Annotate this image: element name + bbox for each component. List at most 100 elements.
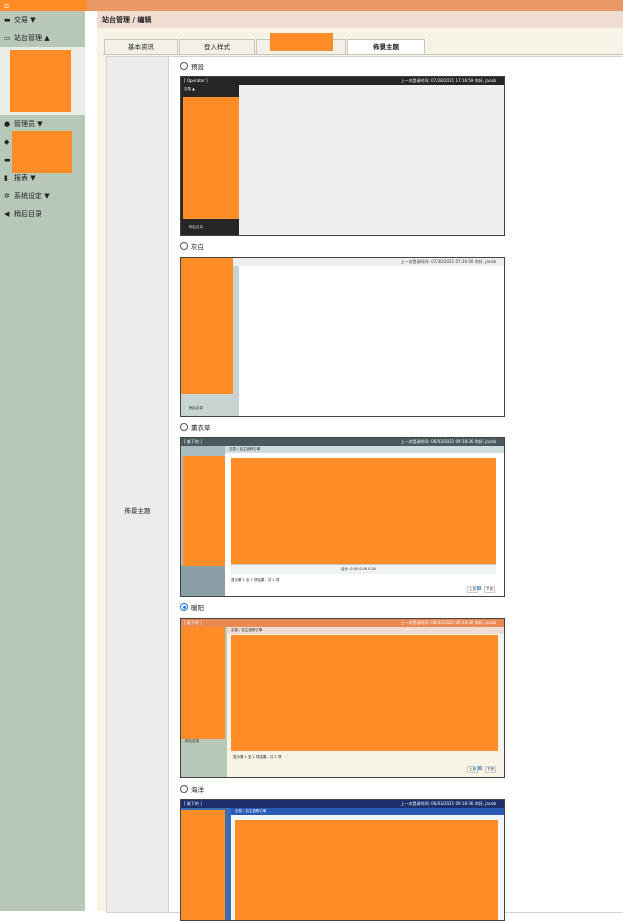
tab-underline — [103, 54, 623, 55]
sidebar-item-label: 站台管理 — [14, 34, 42, 42]
radio-button[interactable] — [180, 603, 188, 611]
theme-preview-lavender[interactable]: [ 维下的 ] 上一次登录时间: 06/03/2021 09:18:36 你好,… — [180, 437, 505, 597]
tab-login-style[interactable]: 登入样式 — [179, 39, 255, 54]
preview-sidebar: 交易 ▲ 稍后目录 — [181, 85, 239, 235]
preview-topbar: [ 维下的 ] 上一次登录时间: 06/03/2021 09:18:36 你好,… — [181, 619, 504, 627]
radio-button[interactable] — [180, 242, 188, 250]
chevron-down-icon: ▼ — [37, 120, 43, 128]
preview-brand: [ 维下的 ] — [184, 439, 202, 444]
preview-crumb-bar: 交易 / 自主追踪订单 — [227, 627, 504, 634]
preview-topbar: [ 维下的 ] 上一次登录时间: 06/03/2021 09:18:36 你好,… — [181, 438, 504, 446]
redacted-block — [235, 820, 498, 920]
preview-crumb-bar: 交易 / 自主追踪订单 — [225, 446, 504, 453]
radio-button[interactable] — [180, 785, 188, 793]
preview-page: 1 — [477, 586, 482, 590]
page-title: 站台管理 / 编辑 — [102, 16, 152, 24]
sidebar-item-label: 系统设定 — [14, 192, 42, 200]
preview-login-info: 上一次登录时间: 06/03/2021 09:18:36 你好, jacob — [400, 801, 496, 806]
theme-option-default[interactable]: 预設 — [180, 61, 204, 73]
preview-main: 交易 / 自主追踪订单 显示第 1 至 1 项结果，共 1 项 上页 1 下页 — [227, 627, 504, 777]
preview-back: 稍后目录 — [189, 406, 203, 410]
preview-brand: [ 维下的 ] — [184, 801, 202, 806]
option-label: 海洋 — [191, 786, 204, 794]
tab-label: 登入样式 — [204, 43, 230, 51]
preview-login-info: 上一次登录时间: 06/03/2021 09:18:36 你好, jacob — [400, 620, 496, 625]
bar-chart-icon: ▮ — [4, 174, 8, 182]
preview-page: 1 — [478, 766, 483, 770]
redacted-block — [270, 33, 333, 51]
redacted-block — [231, 635, 498, 751]
preview-brand: [ 维下的 ] — [184, 620, 202, 625]
chevron-up-icon: ▲ — [44, 34, 50, 42]
preview-crumb: 交易 / 自主追踪订单 — [229, 447, 261, 451]
preview-back: 稍后目录 — [189, 225, 203, 229]
gear-icon: ✲ — [4, 192, 10, 200]
sidebar-submenu — [0, 47, 85, 115]
theme-option-lavender[interactable]: 薰衣草 — [180, 422, 211, 434]
option-label: 薰衣草 — [191, 424, 211, 432]
user-icon: ● — [4, 120, 11, 128]
preview-sidebar: 稍后目录 — [181, 627, 227, 777]
sidebar-item-label: 稍后目录 — [14, 210, 42, 218]
preview-sidebar — [181, 808, 231, 920]
preview-login-info: 上一次登录时间: 07/28/2021 17:16:59 你好, jacob — [400, 78, 496, 83]
preview-brand: [ Operator ] — [184, 78, 208, 83]
preview-crumb-bar: 交易 / 自主追踪订单 — [231, 808, 504, 815]
preview-crumb: 交易 / 自主追踪订单 — [235, 809, 267, 813]
tab-theme[interactable]: 佈景主题 — [347, 39, 425, 54]
preview-next: 下页 — [484, 586, 495, 593]
chevron-down-icon: ▼ — [30, 174, 36, 182]
sidebar-item-label: 报表 — [14, 174, 28, 182]
theme-form: 佈景主题 预設 [ Operator ] 上一次登录时间: 07/28/2021… — [106, 56, 623, 921]
radio-button[interactable] — [180, 423, 188, 431]
back-icon: ◀ — [4, 210, 10, 218]
theme-preview-default[interactable]: [ Operator ] 上一次登录时间: 07/28/2021 17:16:5… — [180, 76, 505, 236]
redacted-block — [181, 627, 225, 739]
tab-label: 基本资讯 — [128, 43, 154, 51]
preview-crumb: 交易 / 自主追踪订单 — [231, 628, 263, 632]
theme-preview-warm[interactable]: [ 维下的 ] 上一次登录时间: 06/03/2021 09:18:36 你好,… — [180, 618, 505, 778]
option-label: 灰白 — [191, 243, 204, 251]
chevron-down-icon: ▼ — [44, 192, 50, 200]
preview-totals: 合计: 0.00 0.00 0.00 — [341, 567, 376, 571]
preview-next: 下页 — [485, 766, 496, 773]
field-label: 佈景主题 — [124, 507, 151, 515]
redacted-block — [12, 131, 72, 173]
preview-totals-row: 合计: 0.00 0.00 0.00 — [231, 564, 496, 574]
preview-sidebar — [181, 446, 225, 596]
sidebar-item-admin[interactable]: ● 管理员 ▼ — [4, 118, 43, 130]
preview-main — [241, 270, 504, 416]
sidebar: ▬ 交易 ▼ ▭ 站台管理 ▲ ● 管理员 ▼ ◆ ▬ ▮ 报表 ▼ ✲ 系统设定 ▼ ◀… — [0, 11, 85, 911]
home-icon: ⌂ — [4, 1, 10, 10]
breadcrumb: 站台管理 / 编辑 — [97, 11, 623, 28]
sidebar-item-settings[interactable]: ✲ 系统设定 ▼ — [4, 190, 50, 202]
preview-topbar: [ Operator ] 上一次登录时间: 07/28/2021 17:16:5… — [181, 77, 504, 85]
preview-main: 交易 / 自主追踪订单 合计: 0.00 0.00 0.00 显示第 1 至 1… — [225, 446, 504, 596]
field-label-column: 佈景主题 — [107, 57, 169, 912]
redacted-block — [181, 810, 225, 920]
money-icon: ▬ — [4, 16, 11, 24]
theme-option-warm[interactable]: 暖阳 — [180, 602, 204, 614]
preview-main — [239, 85, 504, 235]
sidebar-item-reports[interactable]: ▮ 报表 ▼ — [4, 172, 36, 184]
sidebar-item-trade[interactable]: ▬ 交易 ▼ — [4, 14, 36, 26]
sidebar-item-site-management[interactable]: ▭ 站台管理 ▲ — [4, 32, 50, 44]
theme-option-gray[interactable]: 灰白 — [180, 241, 204, 253]
chevron-down-icon: ▼ — [30, 16, 36, 24]
preview-back: 稍后目录 — [185, 739, 199, 743]
theme-preview-gray[interactable]: 上一次登录时间: 07/30/2021 07:26:00 你好, jacob 稍… — [180, 257, 505, 417]
redacted-block — [10, 50, 71, 112]
theme-preview-ocean[interactable]: [ 维下的 ] 上一次登录时间: 06/03/2021 09:18:36 你好,… — [180, 799, 505, 921]
radio-button[interactable] — [180, 62, 188, 70]
home-button[interactable]: ⌂ — [0, 0, 87, 11]
monitor-icon: ▭ — [4, 34, 11, 42]
preview-prev: 上页 — [467, 766, 478, 773]
preview-main: 交易 / 自主追踪订单 — [231, 808, 504, 920]
redacted-block — [231, 458, 496, 564]
tab-basic-info[interactable]: 基本资讯 — [104, 39, 178, 54]
tab-label: 佈景主题 — [373, 43, 399, 51]
redacted-block — [181, 258, 233, 394]
preview-login-info: 上一次登录时间: 06/03/2021 09:18:36 你好, jacob — [400, 439, 496, 444]
sidebar-item-back[interactable]: ◀ 稍后目录 — [4, 208, 42, 220]
theme-option-ocean[interactable]: 海洋 — [180, 784, 204, 796]
